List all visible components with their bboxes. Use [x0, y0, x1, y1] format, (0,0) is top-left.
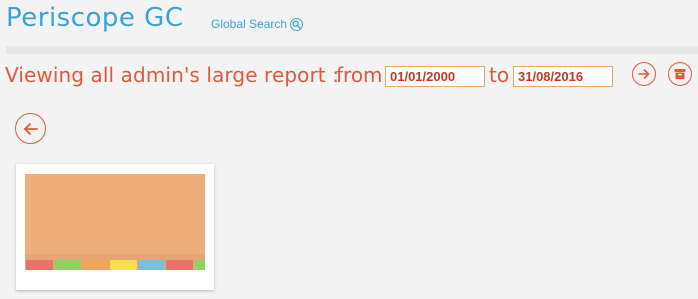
date-to-input[interactable]	[513, 66, 613, 87]
divider-tab-green-2	[194, 260, 205, 270]
date-from-input[interactable]	[385, 66, 485, 87]
app-title[interactable]: Periscope GC	[6, 3, 183, 33]
divider-tab-blue	[138, 260, 165, 270]
divider-tab-red-2	[166, 260, 193, 270]
archive-button[interactable]	[668, 62, 692, 86]
divider-tab-green	[54, 260, 81, 270]
archive-box-icon	[674, 69, 686, 79]
global-search-label[interactable]: Global Search	[211, 17, 287, 31]
back-button[interactable]	[15, 113, 46, 144]
to-label: to	[489, 63, 510, 87]
divider-tab-orange	[82, 260, 109, 270]
header-divider	[6, 46, 698, 54]
search-icon[interactable]	[290, 17, 304, 31]
divider-tab-yellow	[110, 260, 137, 270]
arrow-left-icon	[23, 122, 38, 135]
from-label: from	[336, 63, 383, 87]
divider-tab-red	[26, 260, 53, 270]
report-filter-row: Viewing all admin's large report : from …	[0, 58, 698, 92]
go-button[interactable]	[632, 62, 656, 86]
arrow-right-icon	[638, 69, 650, 79]
report-title: Viewing all admin's large report :	[5, 63, 340, 87]
folder-tabs-thumbnail	[25, 174, 205, 270]
header: Periscope GC Global Search	[0, 0, 698, 46]
report-thumbnail-card[interactable]	[16, 164, 214, 290]
global-search-link[interactable]: Global Search	[211, 17, 304, 31]
